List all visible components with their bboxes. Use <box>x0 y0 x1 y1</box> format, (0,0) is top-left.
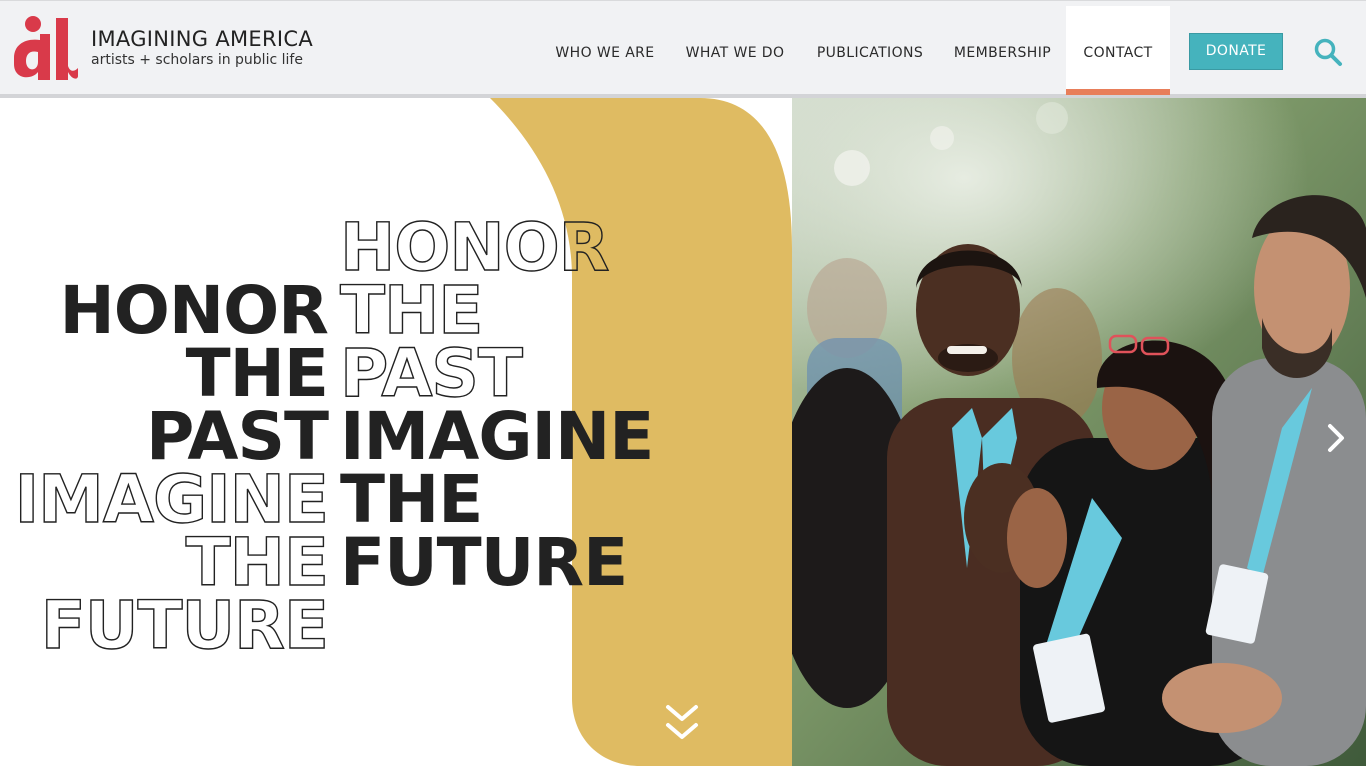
double-chevron-down-icon[interactable] <box>664 701 700 745</box>
donate-button[interactable]: DONATE <box>1189 33 1283 70</box>
nav-contact[interactable]: CONTACT <box>1066 6 1170 95</box>
headline-right-line: FUTURE <box>340 524 627 601</box>
brand-tagline: artists + scholars in public life <box>91 52 303 68</box>
ia-logo-icon[interactable] <box>12 14 78 82</box>
hero-section: HONOR THE PAST IMAGINE THE FUTURE HONOR … <box>0 98 1366 766</box>
nav-publications[interactable]: PUBLICATIONS <box>805 6 935 95</box>
nav-membership[interactable]: MEMBERSHIP <box>945 6 1060 95</box>
search-icon[interactable] <box>1313 37 1343 67</box>
hero-photo <box>792 98 1366 766</box>
brand-name[interactable]: IMAGINING AMERICA <box>91 27 313 51</box>
hero-headline: HONOR THE PAST IMAGINE THE FUTURE HONOR … <box>14 208 654 664</box>
nav-who-we-are[interactable]: WHO WE ARE <box>545 6 665 95</box>
headline-left-line: FUTURE <box>41 587 328 664</box>
nav-what-we-do[interactable]: WHAT WE DO <box>675 6 795 95</box>
site-header: IMAGINING AMERICA artists + scholars in … <box>0 0 1366 98</box>
chevron-right-icon[interactable] <box>1322 418 1350 458</box>
